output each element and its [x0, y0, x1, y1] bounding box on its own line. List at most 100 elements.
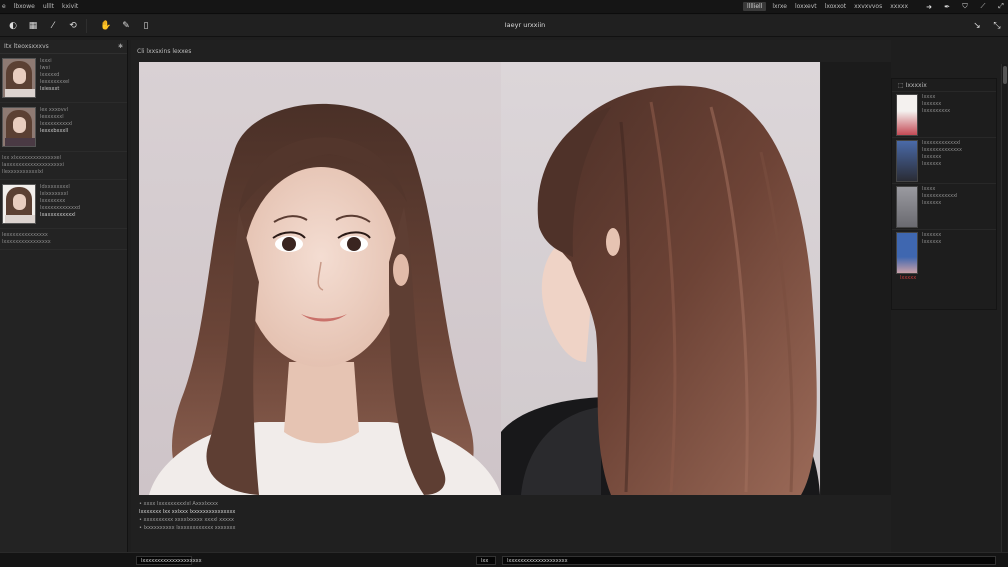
meta-line: Ixxxxxx [922, 239, 942, 245]
workspace-badge[interactable]: lllliell [743, 2, 767, 11]
image-info: • xxxx Ixxxxxxxxxlxl Axxxlxxxx Ixxxxxxx … [139, 500, 235, 532]
reference-meta: Ixxxxxxxxxxxxl Ixxxxxxxxxxxxx Ixxxxxx Ix… [918, 140, 992, 181]
swatch-icon: ⬚ [898, 81, 906, 89]
entry-meta: lex xxxovvl Iexxxxxxl lxxxxxxxxxxl Iexxx… [36, 107, 125, 147]
meta-line: Ixxxxxxxxxxxxl [922, 140, 961, 146]
reference-thumbnail[interactable] [896, 186, 918, 228]
menu-item-0[interactable]: e [2, 3, 6, 10]
meta-line: Ixxxxxxxxxxxl [922, 193, 958, 199]
meta-line: Iexxxxxxxel [40, 79, 70, 85]
fullscreen-icon[interactable]: ⤡ [990, 19, 1004, 33]
entry-thumbnail[interactable] [2, 107, 36, 147]
canvas-area: Cli lxxsxins lexxes • xxxx Ixxxxxxxxxlxl… [131, 40, 891, 552]
reference-item[interactable]: Ixxxx Ixxxxxxxxxxxl Ixxxxxx [892, 183, 996, 229]
reference-thumbnail[interactable] [896, 140, 918, 182]
pen-icon[interactable]: ✒ [942, 2, 952, 12]
hand-icon[interactable]: ✋ [99, 19, 113, 33]
wand-icon[interactable]: ⟋ [978, 2, 988, 12]
collapse-icon[interactable]: ↘ [970, 19, 984, 33]
meta-line: Ixxxxxx [922, 232, 942, 238]
status-bar: lxxxxxxxxxxxxxxxxxxxx lxx lxxxxxxxxxxxxx… [0, 552, 1008, 567]
pin-icon[interactable]: ✱ [118, 43, 123, 50]
info-line: • xxxx Ixxxxxxxxxlxl Axxxlxxxx [139, 501, 218, 507]
right-panel: ⬚ Ixxxxix Ixxxx Ixxxxxx Ixxxxxxxxx Ixxxx… [891, 78, 997, 310]
meta-line: Ixxxxxx [922, 200, 942, 206]
document-title: Iaeyr urxxiin [504, 21, 546, 29]
thumb-body [5, 215, 35, 223]
reference-item[interactable]: Ixxxxxxxxxxxxl Ixxxxxxxxxxxxx Ixxxxxx Ix… [892, 137, 996, 183]
eyedropper-icon[interactable]: ✎ [119, 19, 133, 33]
status-field-mid[interactable]: lxx [476, 555, 496, 565]
thumb-body [5, 138, 35, 146]
rotate-icon[interactable]: ⟲ [66, 19, 80, 33]
arrow-right-icon[interactable]: ➜ [924, 2, 934, 12]
info-line: Ixxxxxxx Ixx xxlxxx Ixxxxxxxxxxxxxxx [139, 509, 236, 515]
menu-right-item-2[interactable]: lxoxxot [825, 3, 846, 10]
history-note: lxx xlxxxxxxxxxxxxxxel laxxxxxxxxxxxxxxx… [0, 152, 127, 180]
meta-line-highlight: Ixiesxxt [40, 86, 60, 92]
right-panel-header: ⬚ Ixxxxix [892, 79, 996, 91]
history-entry[interactable]: Idxxxxxxxxl Ixixxxxxxxl Ixxxxxxxx lxxxxx… [0, 180, 127, 229]
reference-thumbnail[interactable] [896, 94, 918, 136]
meta-line: Ixixxxxxxxl [40, 191, 68, 197]
document-icon[interactable]: ▯ [139, 19, 153, 33]
right-panel-footer[interactable]: lxxxxx [892, 275, 996, 283]
footer-line: lxxxxxxxxxxxxxxxx [2, 239, 51, 245]
note-line: Ilexxxxxxxxxxlxl [2, 169, 44, 175]
toolbar-separator [86, 18, 87, 33]
history-entry[interactable]: lxxxi Iwxi lxxxxxd Iexxxxxxxel Ixiesxxt [0, 54, 127, 103]
menu-item-1[interactable]: lbxowe [14, 3, 35, 10]
canvas-side-gutter [821, 62, 891, 495]
thumb-face [13, 194, 26, 210]
reference-thumbnail[interactable] [896, 232, 918, 274]
meta-line: Idxxxxxxxxl [40, 184, 70, 190]
menu-item-3[interactable]: kxivit [62, 3, 78, 10]
menu-right-item-4[interactable]: xxxxx [890, 3, 908, 10]
menu-right-item-0[interactable]: lxrxe [772, 3, 787, 10]
reference-meta: Ixxxx Ixxxxxx Ixxxxxxxxx [918, 94, 992, 135]
entry-thumbnail[interactable] [2, 58, 36, 98]
vertical-scrollbar[interactable] [1001, 64, 1007, 552]
expand-icon[interactable]: ⤢ [996, 2, 1006, 12]
note-line: lxx xlxxxxxxxxxxxxxxel [2, 155, 61, 161]
menu-bar: e lbxowe ulllt kxivit lllliell lxrxe lox… [0, 0, 1008, 14]
shield-icon[interactable]: ⛉ [960, 2, 970, 12]
reference-meta: Ixxxxxx Ixxxxxx [918, 232, 992, 273]
meta-line: Iwxi [40, 65, 50, 71]
reference-item[interactable]: Ixxxx Ixxxxxx Ixxxxxxxxx [892, 91, 996, 137]
info-line: • Ixxxxxxxxxx Ixxxxxxxxxxxx xxxxxxx [139, 525, 236, 531]
history-entry[interactable]: lex xxxovvl Iexxxxxxl lxxxxxxxxxxl Iexxx… [0, 103, 127, 152]
meta-line: Ixxxx [922, 94, 936, 100]
menu-right-item-3[interactable]: xxvxvvos [854, 3, 882, 10]
footer-line: Iexxxxxxxxxxxxxx [2, 232, 48, 238]
meta-line-highlight: Iexxxbxxxll [40, 128, 69, 134]
left-panel-header: Itx lteoxsxxxvs ✱ [0, 40, 127, 54]
image-canvas[interactable] [139, 62, 820, 495]
side-portrait [501, 62, 820, 495]
side-portrait-illustration [501, 85, 820, 495]
layers-icon[interactable]: ▦ [26, 19, 40, 33]
left-panel-title: Itx lteoxsxxxvs [4, 43, 49, 50]
scrollbar-thumb[interactable] [1003, 66, 1007, 84]
meta-line-highlight: Ixaxxxxxxxxxl [40, 212, 76, 218]
meta-line: Iexxxxxxl [40, 114, 64, 120]
menu-right-item-1[interactable]: loxxevt [795, 3, 817, 10]
meta-line: lxxxxxxxxxxxxd [40, 205, 81, 211]
photo-editor-window: e lbxowe ulllt kxivit lllliell lxrxe lox… [0, 0, 1008, 567]
meta-line: lxxxxxd [40, 72, 60, 78]
entry-thumbnail[interactable] [2, 184, 36, 224]
mask-icon[interactable]: ◐ [6, 19, 20, 33]
reference-item[interactable]: Ixxxxxx Ixxxxxx [892, 229, 996, 275]
brush-icon[interactable]: ⁄ [46, 19, 60, 33]
info-line: • xxxxxxxxxx xxxxlxxxxx xxxxl xxxxx [139, 517, 234, 523]
meta-line: Ixxxxxxxxxxxxx [922, 147, 962, 153]
reference-meta: Ixxxx Ixxxxxxxxxxxl Ixxxxxx [918, 186, 992, 227]
status-field-right[interactable]: lxxxxxxxxxxxxxxxxxxxx [502, 555, 996, 565]
menu-item-2[interactable]: ulllt [43, 3, 54, 10]
thumb-face [13, 68, 26, 84]
panel-footer-text: Iexxxxxxxxxxxxxx lxxxxxxxxxxxxxxxx [0, 229, 127, 250]
front-portrait-illustration [149, 103, 501, 495]
canvas-label: Cli lxxsxins lexxes [137, 48, 192, 55]
meta-line: Ixxxxxxxx [40, 198, 66, 204]
status-field-left[interactable]: lxxxxxxxxxxxxxxxxxxxx [136, 555, 202, 565]
